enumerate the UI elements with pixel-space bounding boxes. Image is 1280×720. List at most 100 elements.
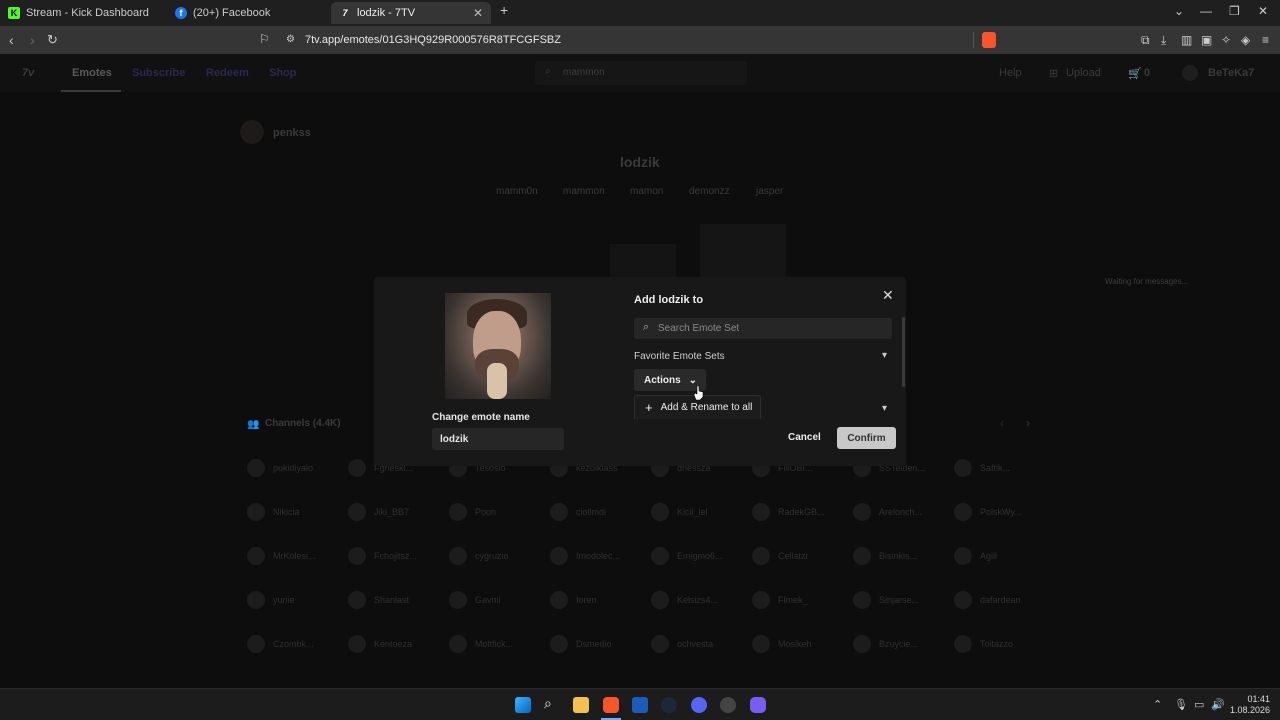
- channel-item[interactable]: Arelonch...: [853, 503, 922, 521]
- tag-chip[interactable]: mamon: [630, 186, 663, 197]
- download-icon[interactable]: ⤓: [1161, 33, 1166, 48]
- channel-item[interactable]: Bzuycie...: [853, 635, 918, 653]
- wallet-icon[interactable]: ▣: [1201, 33, 1212, 47]
- nav-redeem[interactable]: Redeem: [206, 67, 249, 79]
- channel-item[interactable]: Gavnil: [449, 591, 501, 609]
- chevron-down-icon[interactable]: ▾: [882, 403, 887, 414]
- channel-item[interactable]: Bisinkis...: [853, 547, 917, 565]
- file-explorer-icon[interactable]: [573, 697, 589, 713]
- channel-item[interactable]: Imodolec...: [550, 547, 620, 565]
- chevron-down-icon[interactable]: ▾: [882, 350, 887, 361]
- emote-set-search[interactable]: ⌕: [634, 318, 892, 339]
- channel-item[interactable]: Shanlast: [348, 591, 409, 609]
- system-clock[interactable]: 01:41 1.08.2026: [1224, 694, 1270, 716]
- tag-chip[interactable]: demonzz: [689, 186, 730, 197]
- channel-item[interactable]: Emigmo6...: [651, 547, 723, 565]
- channel-item[interactable]: ciollmdi: [550, 503, 606, 521]
- channel-item[interactable]: Kicii_lel: [651, 503, 708, 521]
- channel-item[interactable]: Cellatzr: [752, 547, 809, 565]
- channel-item[interactable]: pukidiyalo: [247, 459, 313, 477]
- channel-item[interactable]: Flmek_: [752, 591, 808, 609]
- windows-start-icon[interactable]: [515, 697, 531, 713]
- maximize-icon[interactable]: ❐: [1229, 4, 1240, 18]
- 7tv-logo[interactable]: 7v: [22, 67, 34, 79]
- new-tab-icon[interactable]: +: [500, 2, 508, 18]
- channel-item[interactable]: PolskWy...: [954, 503, 1022, 521]
- nav-shop[interactable]: Shop: [269, 67, 297, 79]
- channel-item[interactable]: Kelsizs4...: [651, 591, 718, 609]
- channel-item[interactable]: RadekGB...: [752, 503, 825, 521]
- upload-link[interactable]: Upload: [1066, 67, 1101, 79]
- sidebar-icon[interactable]: ▥: [1181, 33, 1192, 47]
- brave-shield-icon[interactable]: [982, 32, 996, 48]
- channel-item[interactable]: MrKolesi...: [247, 547, 316, 565]
- vpn-icon[interactable]: ◈: [1241, 33, 1250, 47]
- channel-item[interactable]: cygruzio: [449, 547, 509, 565]
- search-icon[interactable]: ⌕: [544, 695, 552, 712]
- upload-icon[interactable]: ⊞: [1049, 67, 1058, 80]
- close-tab-icon[interactable]: ✕: [473, 6, 483, 20]
- extensions-icon[interactable]: ⧉: [1141, 33, 1150, 48]
- forward-icon[interactable]: ›: [30, 32, 35, 48]
- channel-item[interactable]: yuriie: [247, 591, 295, 609]
- next-page-icon[interactable]: ›: [1026, 416, 1030, 430]
- channel-item[interactable]: Nikicia: [247, 503, 300, 521]
- channel-item[interactable]: Czombk...: [247, 635, 314, 653]
- menu-icon[interactable]: ≡: [1262, 33, 1269, 47]
- channel-item[interactable]: Saftik...: [954, 459, 1010, 477]
- cart-icon[interactable]: 🛒: [1128, 67, 1142, 80]
- close-icon[interactable]: ✕: [882, 287, 894, 304]
- chevron-down-icon[interactable]: ⌄: [1174, 4, 1184, 18]
- channel-item[interactable]: Ioren: [550, 591, 597, 609]
- site-info-icon[interactable]: ⚙: [286, 34, 295, 45]
- app-icon[interactable]: [750, 697, 766, 713]
- channel-item[interactable]: Sinjarse...: [853, 591, 919, 609]
- scrollbar[interactable]: [902, 317, 905, 387]
- tag-chip[interactable]: mamm0n: [496, 186, 538, 197]
- channel-item[interactable]: Toltazzo: [954, 635, 1013, 653]
- network-icon[interactable]: ▭: [1194, 698, 1204, 711]
- tab-kick-dashboard[interactable]: K Stream - Kick Dashboard: [0, 2, 165, 24]
- reload-icon[interactable]: ↻: [47, 32, 58, 48]
- discord-icon[interactable]: [691, 697, 707, 713]
- channel-item[interactable]: Poon: [449, 503, 496, 521]
- bookmark-icon[interactable]: ⚐: [259, 32, 270, 46]
- url-field[interactable]: 7tv.app/emotes/01G3HQ929R000576R8TFCGFSB…: [305, 34, 561, 46]
- owner-avatar[interactable]: [240, 120, 264, 144]
- microphone-icon[interactable]: 🎙: [1174, 698, 1188, 711]
- channel-item[interactable]: dafardean: [954, 591, 1021, 609]
- confirm-button[interactable]: Confirm: [837, 427, 896, 449]
- channel-item[interactable]: Agill: [954, 547, 997, 565]
- cancel-button[interactable]: Cancel: [788, 432, 821, 443]
- channel-item[interactable]: Jiki_BB7: [348, 503, 409, 521]
- tray-chevron-icon[interactable]: ⌃: [1153, 698, 1162, 711]
- leo-ai-icon[interactable]: ✧: [1221, 33, 1231, 47]
- nav-emotes[interactable]: Emotes: [72, 67, 112, 79]
- window-close-icon[interactable]: ✕: [1258, 4, 1268, 18]
- steam-icon[interactable]: [661, 697, 677, 713]
- channel-item[interactable]: ochvesta: [651, 635, 713, 653]
- tab-facebook[interactable]: f (20+) Facebook: [167, 2, 332, 24]
- emote-set-search-input[interactable]: [658, 318, 888, 339]
- back-icon[interactable]: ‹: [9, 32, 14, 48]
- prev-page-icon[interactable]: ‹: [1000, 416, 1004, 430]
- channel-item[interactable]: Kentoeza: [348, 635, 412, 653]
- site-search-input[interactable]: ⌕ mammon: [535, 61, 747, 85]
- channel-item[interactable]: Mosikeh: [752, 635, 812, 653]
- emote-name-input[interactable]: [432, 428, 564, 450]
- channels-label[interactable]: Channels (4.4K): [265, 418, 341, 429]
- store-icon[interactable]: [632, 697, 648, 713]
- obs-icon[interactable]: [720, 697, 736, 713]
- tag-chip[interactable]: jasper: [756, 186, 783, 197]
- tab-7tv-lodzik[interactable]: 7 lodzik - 7TV ✕: [331, 2, 491, 24]
- volume-icon[interactable]: 🔊: [1211, 698, 1225, 711]
- minimize-icon[interactable]: —: [1200, 4, 1212, 18]
- nav-subscribe[interactable]: Subscribe: [132, 67, 185, 79]
- tag-chip[interactable]: mammon: [563, 186, 605, 197]
- channel-item[interactable]: Dsmedio: [550, 635, 612, 653]
- owner-name[interactable]: penkss: [273, 127, 311, 139]
- channel-item[interactable]: Moltfick...: [449, 635, 513, 653]
- channel-item[interactable]: Fchojitsz...: [348, 547, 417, 565]
- help-link[interactable]: Help: [999, 67, 1022, 79]
- brave-browser-icon[interactable]: [603, 697, 619, 713]
